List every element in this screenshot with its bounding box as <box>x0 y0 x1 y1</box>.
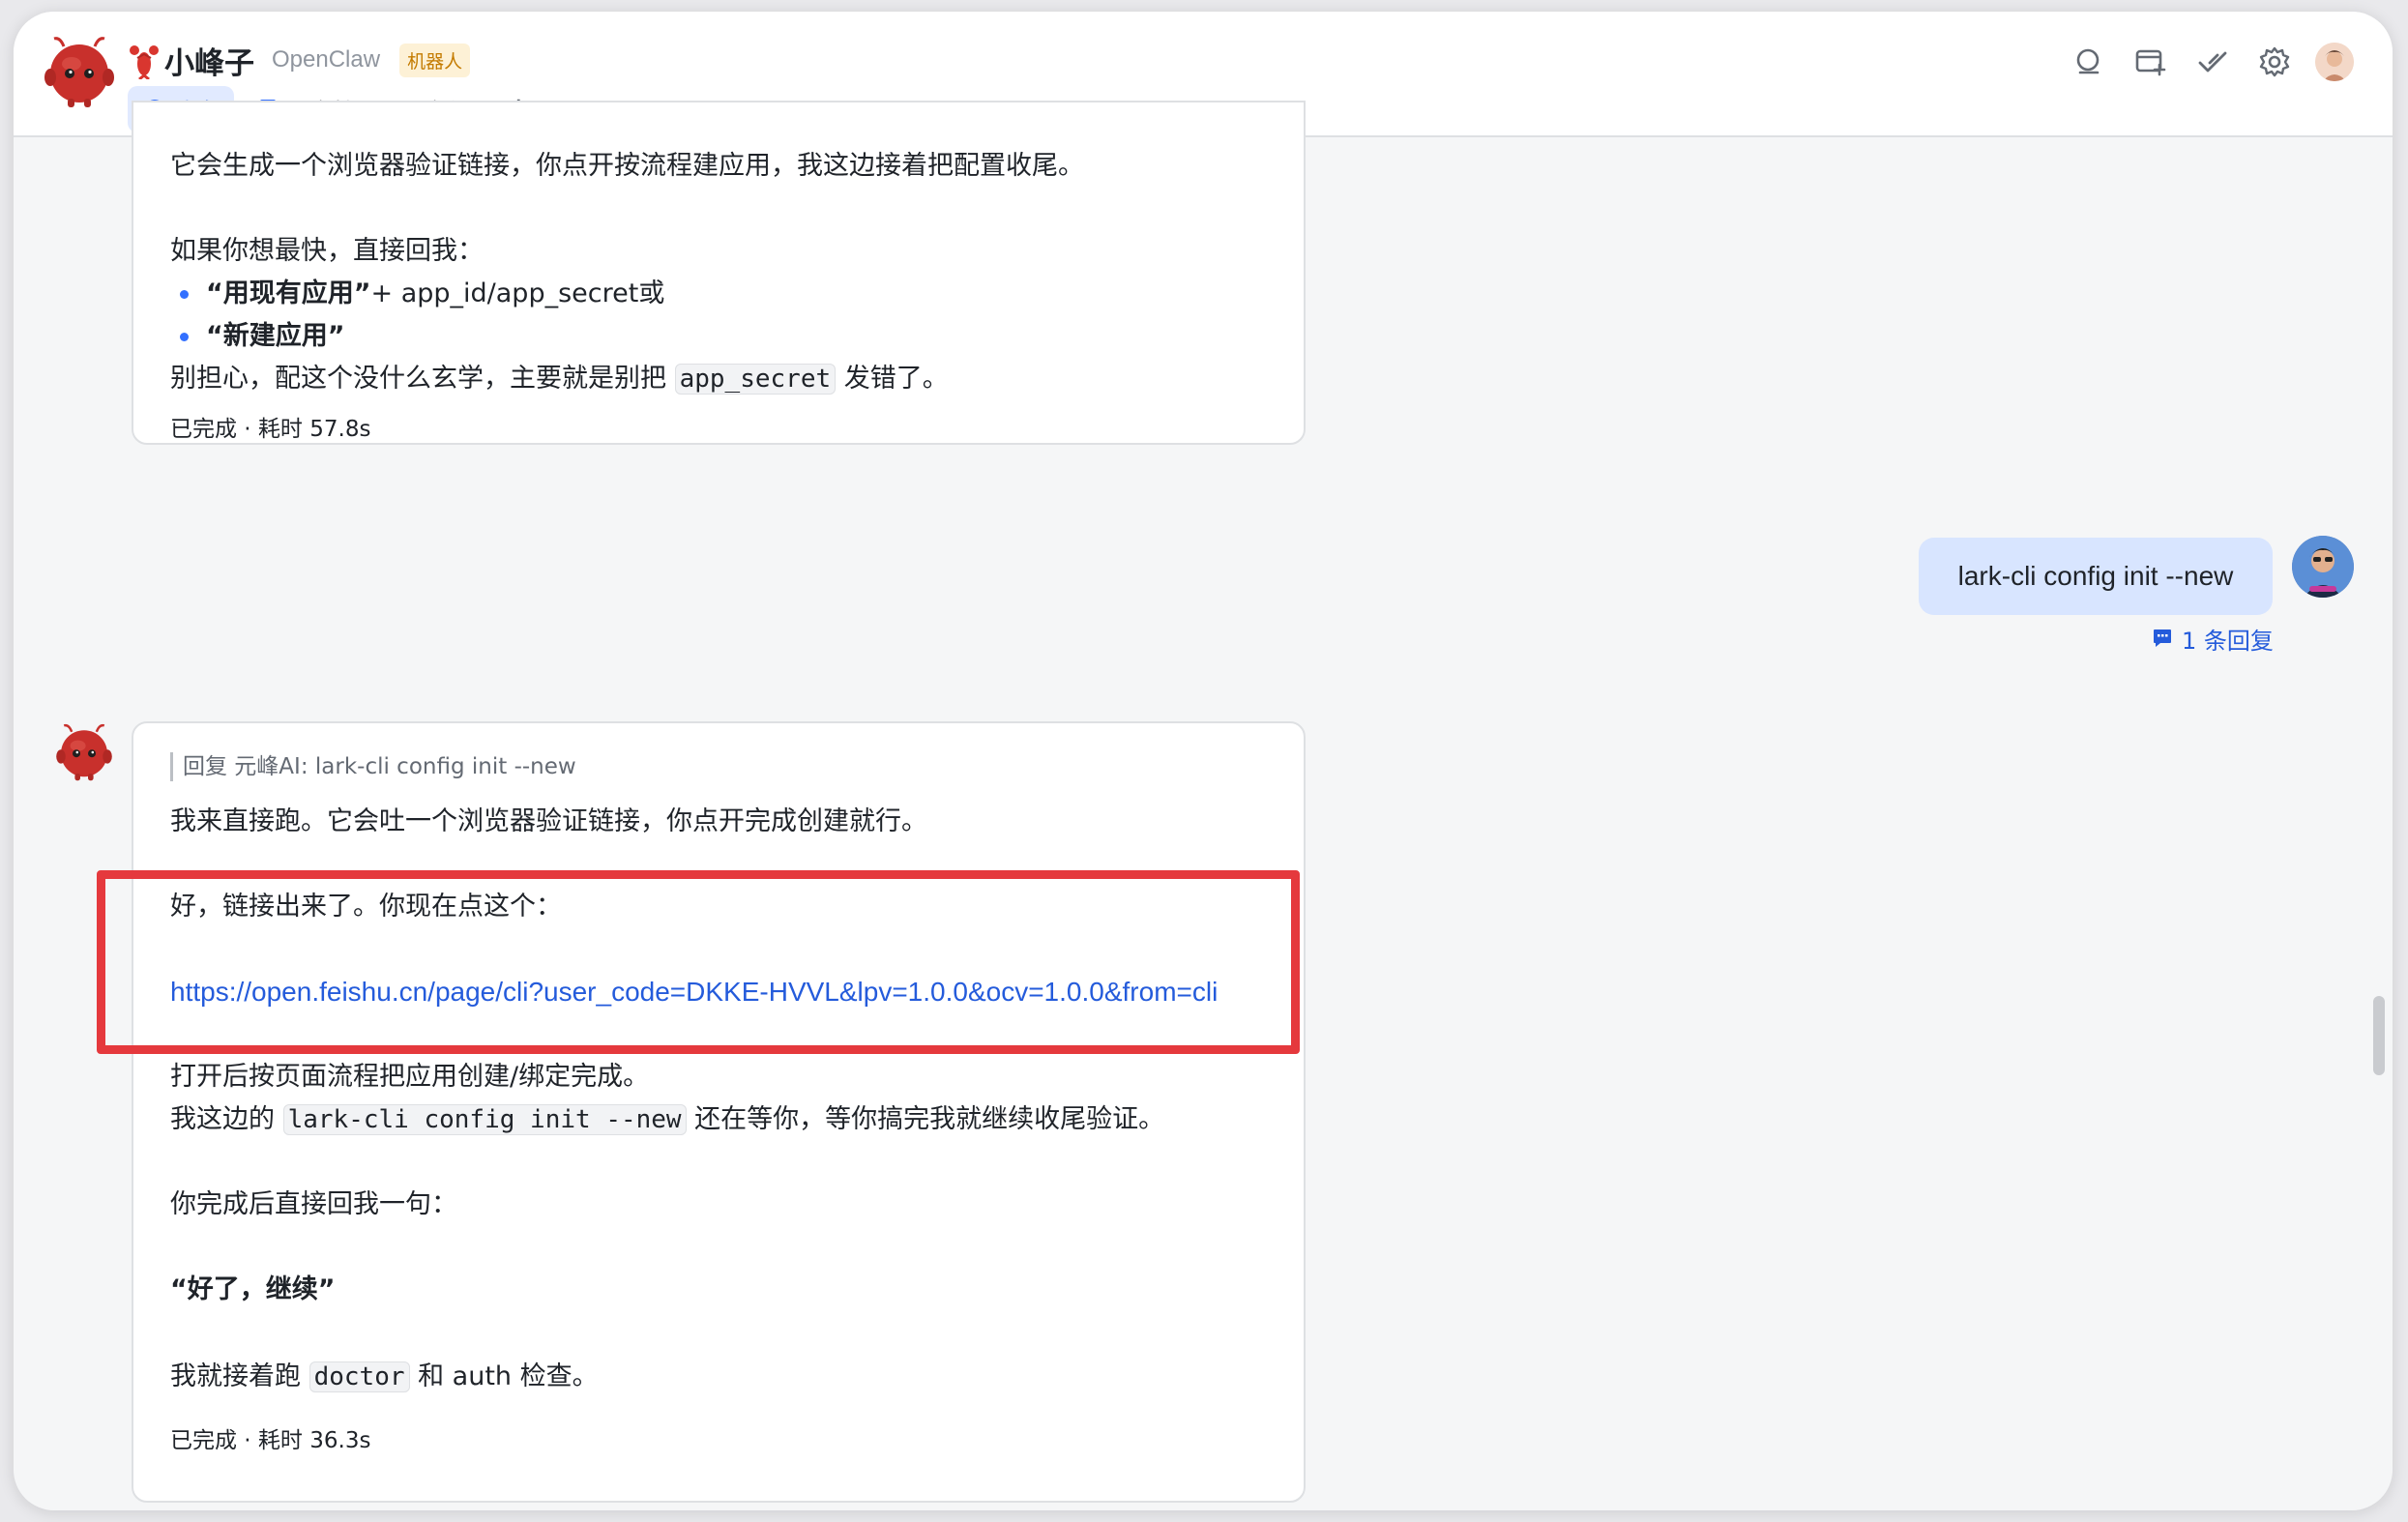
inline-code: app_secret <box>674 364 837 395</box>
text-segment: 我这边的 <box>170 1104 283 1134</box>
bot-avatar[interactable] <box>54 719 114 781</box>
message-status: 已完成 · 耗时 36.3s <box>170 1428 371 1453</box>
message-text: 我来直接跑。它会吐一个浏览器验证链接，你点开完成创建就行。 <box>170 806 927 836</box>
text-segment: 还在等你，等你搞完我就继续收尾验证。 <box>686 1104 1165 1134</box>
list-item-bold: “用现有应用” <box>206 278 371 308</box>
user-message-bubble[interactable]: lark-cli config init --new <box>1919 538 2273 615</box>
message-text: 打开后按页面流程把应用创建/绑定完成。 <box>170 1062 650 1092</box>
message-list[interactable]: 它会生成一个浏览器验证链接，你点开按流程建应用，我这边接着把配置收尾。 如果你想… <box>14 101 2393 1510</box>
bullet-dot <box>180 289 189 299</box>
text-segment: 发错了。 <box>836 364 949 394</box>
lobster-icon <box>130 45 159 79</box>
message-status: 已完成 · 耗时 57.8s <box>170 417 371 442</box>
tasks-button[interactable] <box>2191 41 2234 83</box>
list-item-text: + app_id/app_secret或 <box>370 278 665 308</box>
header-toolbar <box>2048 41 2354 83</box>
inline-code: lark-cli config init --new <box>282 1104 687 1135</box>
bot-message-card: 它会生成一个浏览器验证链接，你点开按流程建应用，我这边接着把配置收尾。 如果你想… <box>132 101 1306 445</box>
search-button[interactable] <box>2068 41 2110 83</box>
list-item: “新建应用” <box>170 317 345 356</box>
search-icon <box>2076 48 2100 74</box>
message-text: 如果你想最快，直接回我： <box>170 236 484 266</box>
user-avatar[interactable] <box>2292 536 2354 598</box>
bot-avatar[interactable] <box>43 31 116 108</box>
user-avatar-small[interactable] <box>2315 43 2354 81</box>
add-window-icon <box>2135 49 2166 76</box>
list-item: “用现有应用” + app_id/app_secret或 <box>170 275 664 313</box>
text-segment: 别担心，配这个没什么玄学，主要就是别把 <box>170 364 675 394</box>
person-avatar-icon <box>2292 536 2354 598</box>
message-text: 它会生成一个浏览器验证链接，你点开按流程建应用，我这边接着把配置收尾。 <box>170 151 1084 181</box>
thread-reply-count[interactable]: 1 条回复 <box>2151 619 2274 658</box>
text-segment: 和 auth 检查。 <box>409 1361 599 1391</box>
message-text: 我就接着跑 doctor 和 auth 检查。 <box>170 1358 599 1396</box>
bullet-dot <box>180 332 189 341</box>
scrollbar-thumb[interactable] <box>2373 996 2385 1075</box>
inline-code: doctor <box>308 1361 410 1392</box>
new-window-button[interactable] <box>2129 41 2172 83</box>
chat-title-row: 小峰子 OpenClaw 机器人 <box>128 33 471 87</box>
reply-count-label: 1 条回复 <box>2182 627 2274 655</box>
chat-title: 小峰子 <box>164 45 254 81</box>
reply-thread-icon <box>2154 629 2171 647</box>
highlight-annotation <box>97 870 1300 1054</box>
message-text: 你完成后直接回我一句： <box>170 1189 457 1219</box>
message-text: “好了，继续” <box>170 1274 336 1304</box>
message-text: 别担心，配这个没什么玄学，主要就是别把 app_secret 发错了。 <box>170 360 949 398</box>
message-text: 我这边的 lark-cli config init --new 还在等你，等你搞… <box>170 1100 1164 1139</box>
bot-badge: 机器人 <box>399 43 471 77</box>
chat-window: 小峰子 OpenClaw 机器人 消息 云文档 <box>14 12 2393 1510</box>
list-item-bold: “新建应用” <box>206 321 345 351</box>
person-avatar-icon <box>2315 43 2354 81</box>
settings-icon <box>2259 46 2290 77</box>
bot-message-card: 回复 元峰AI: lark-cli config init --new 我来直接… <box>132 721 1306 1503</box>
settings-button[interactable] <box>2253 41 2296 83</box>
reply-quote[interactable]: 回复 元峰AI: lark-cli config init --new <box>170 752 576 781</box>
chat-subtitle: OpenClaw <box>272 46 381 73</box>
check-mark-icon <box>2198 51 2227 73</box>
text-segment: 我就接着跑 <box>170 1361 309 1391</box>
